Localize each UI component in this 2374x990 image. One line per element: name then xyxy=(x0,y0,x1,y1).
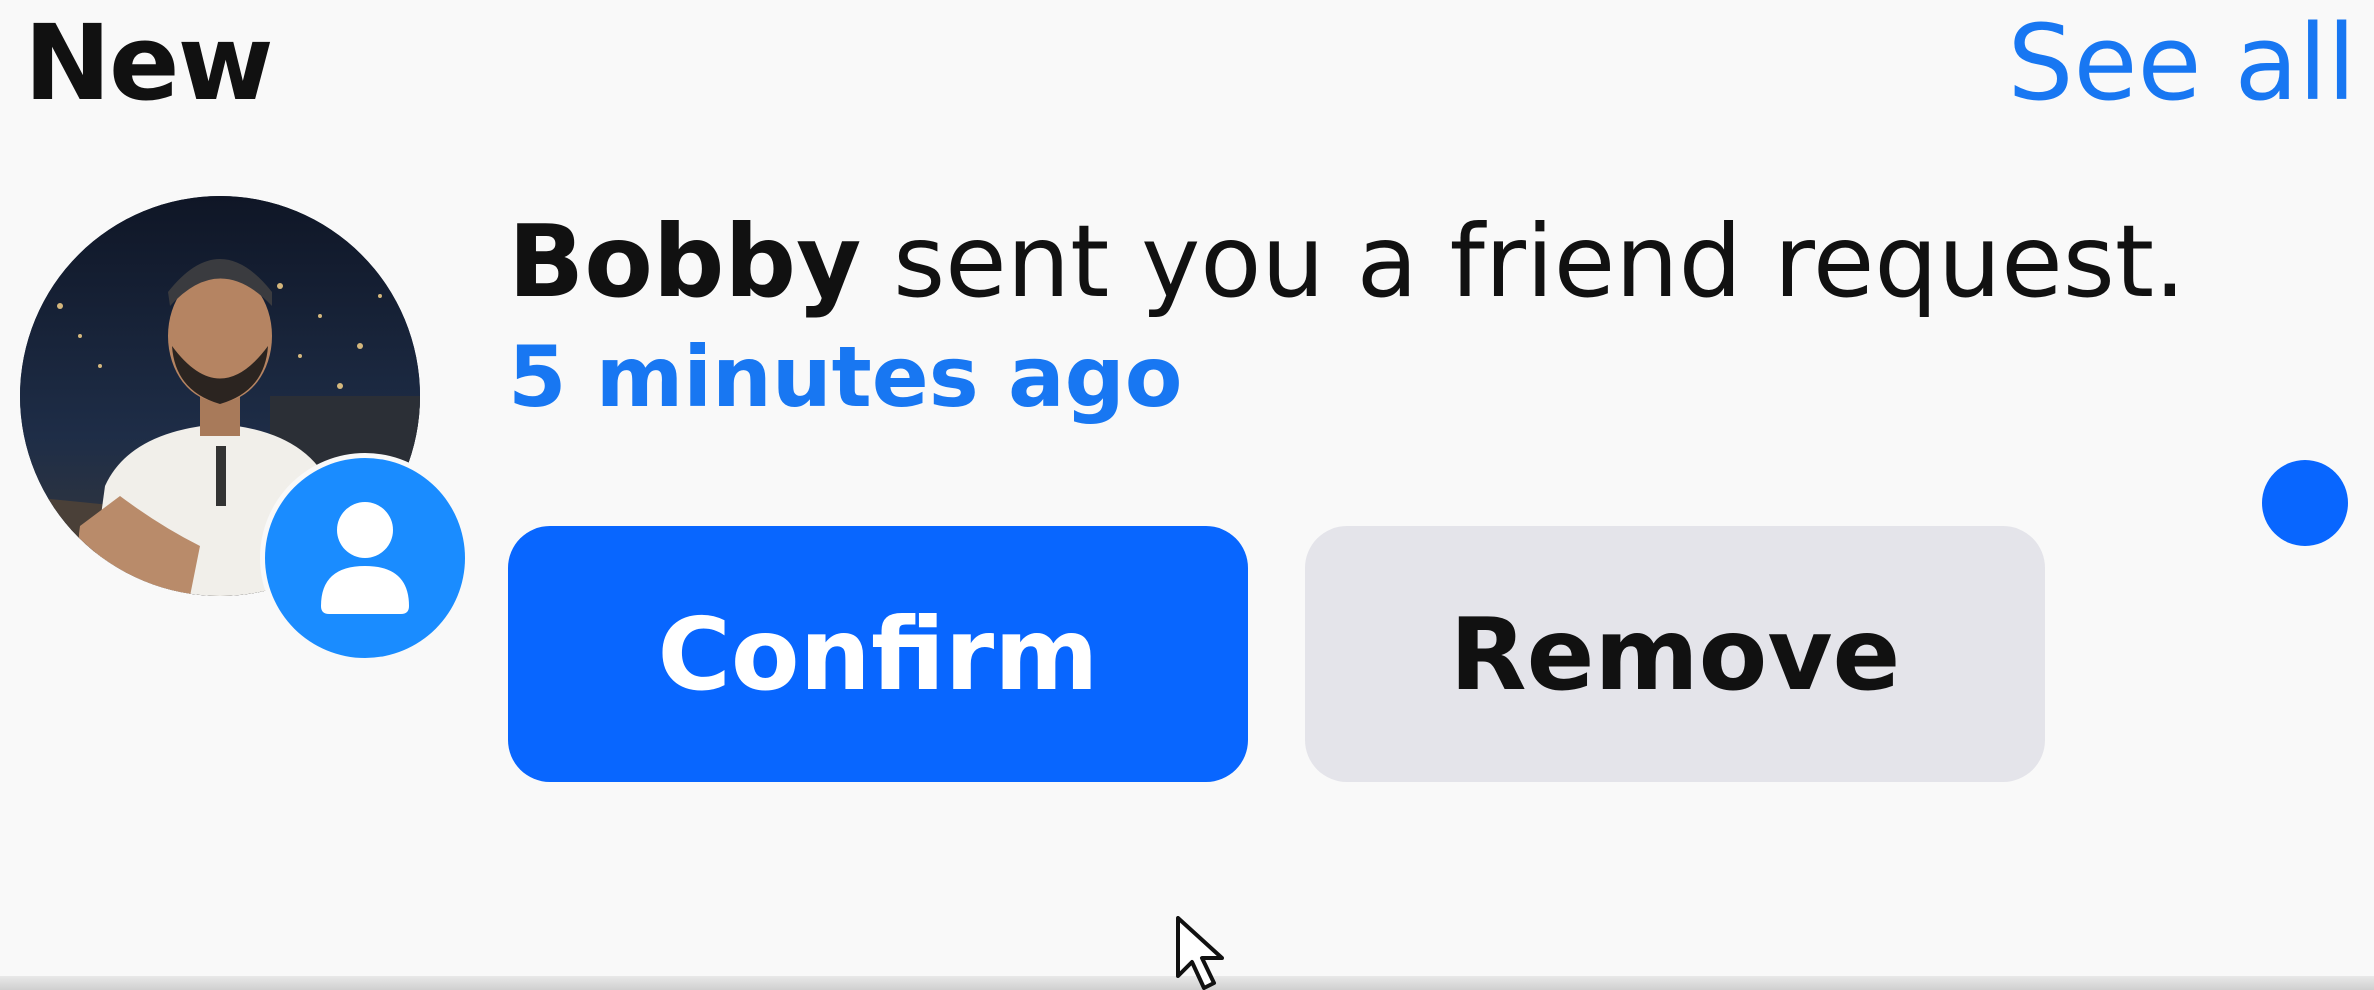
mouse-cursor-icon xyxy=(1176,916,1224,990)
friend-request-badge xyxy=(265,458,465,658)
notification-message: Bobby sent you a friend request. xyxy=(508,204,2186,319)
notifications-panel: New See all Bobby sent you a friend requ… xyxy=(0,0,2374,990)
person-icon xyxy=(321,502,409,614)
request-actions: Confirm Remove xyxy=(508,526,2045,782)
actor-name[interactable]: Bobby xyxy=(508,203,861,320)
confirm-button[interactable]: Confirm xyxy=(508,526,1248,782)
see-all-link[interactable]: See all xyxy=(2007,6,2356,121)
friend-request-notification[interactable]: Bobby sent you a friend request. 5 minut… xyxy=(0,180,2374,820)
avatar-group[interactable] xyxy=(20,196,465,658)
notification-timestamp: 5 minutes ago xyxy=(508,328,1183,426)
message-text: sent you a friend request. xyxy=(861,203,2186,320)
remove-button[interactable]: Remove xyxy=(1305,526,2045,782)
notification-content: Bobby sent you a friend request. 5 minut… xyxy=(508,204,2186,426)
section-title-new: New xyxy=(24,2,274,124)
unread-indicator-dot xyxy=(2262,460,2348,546)
